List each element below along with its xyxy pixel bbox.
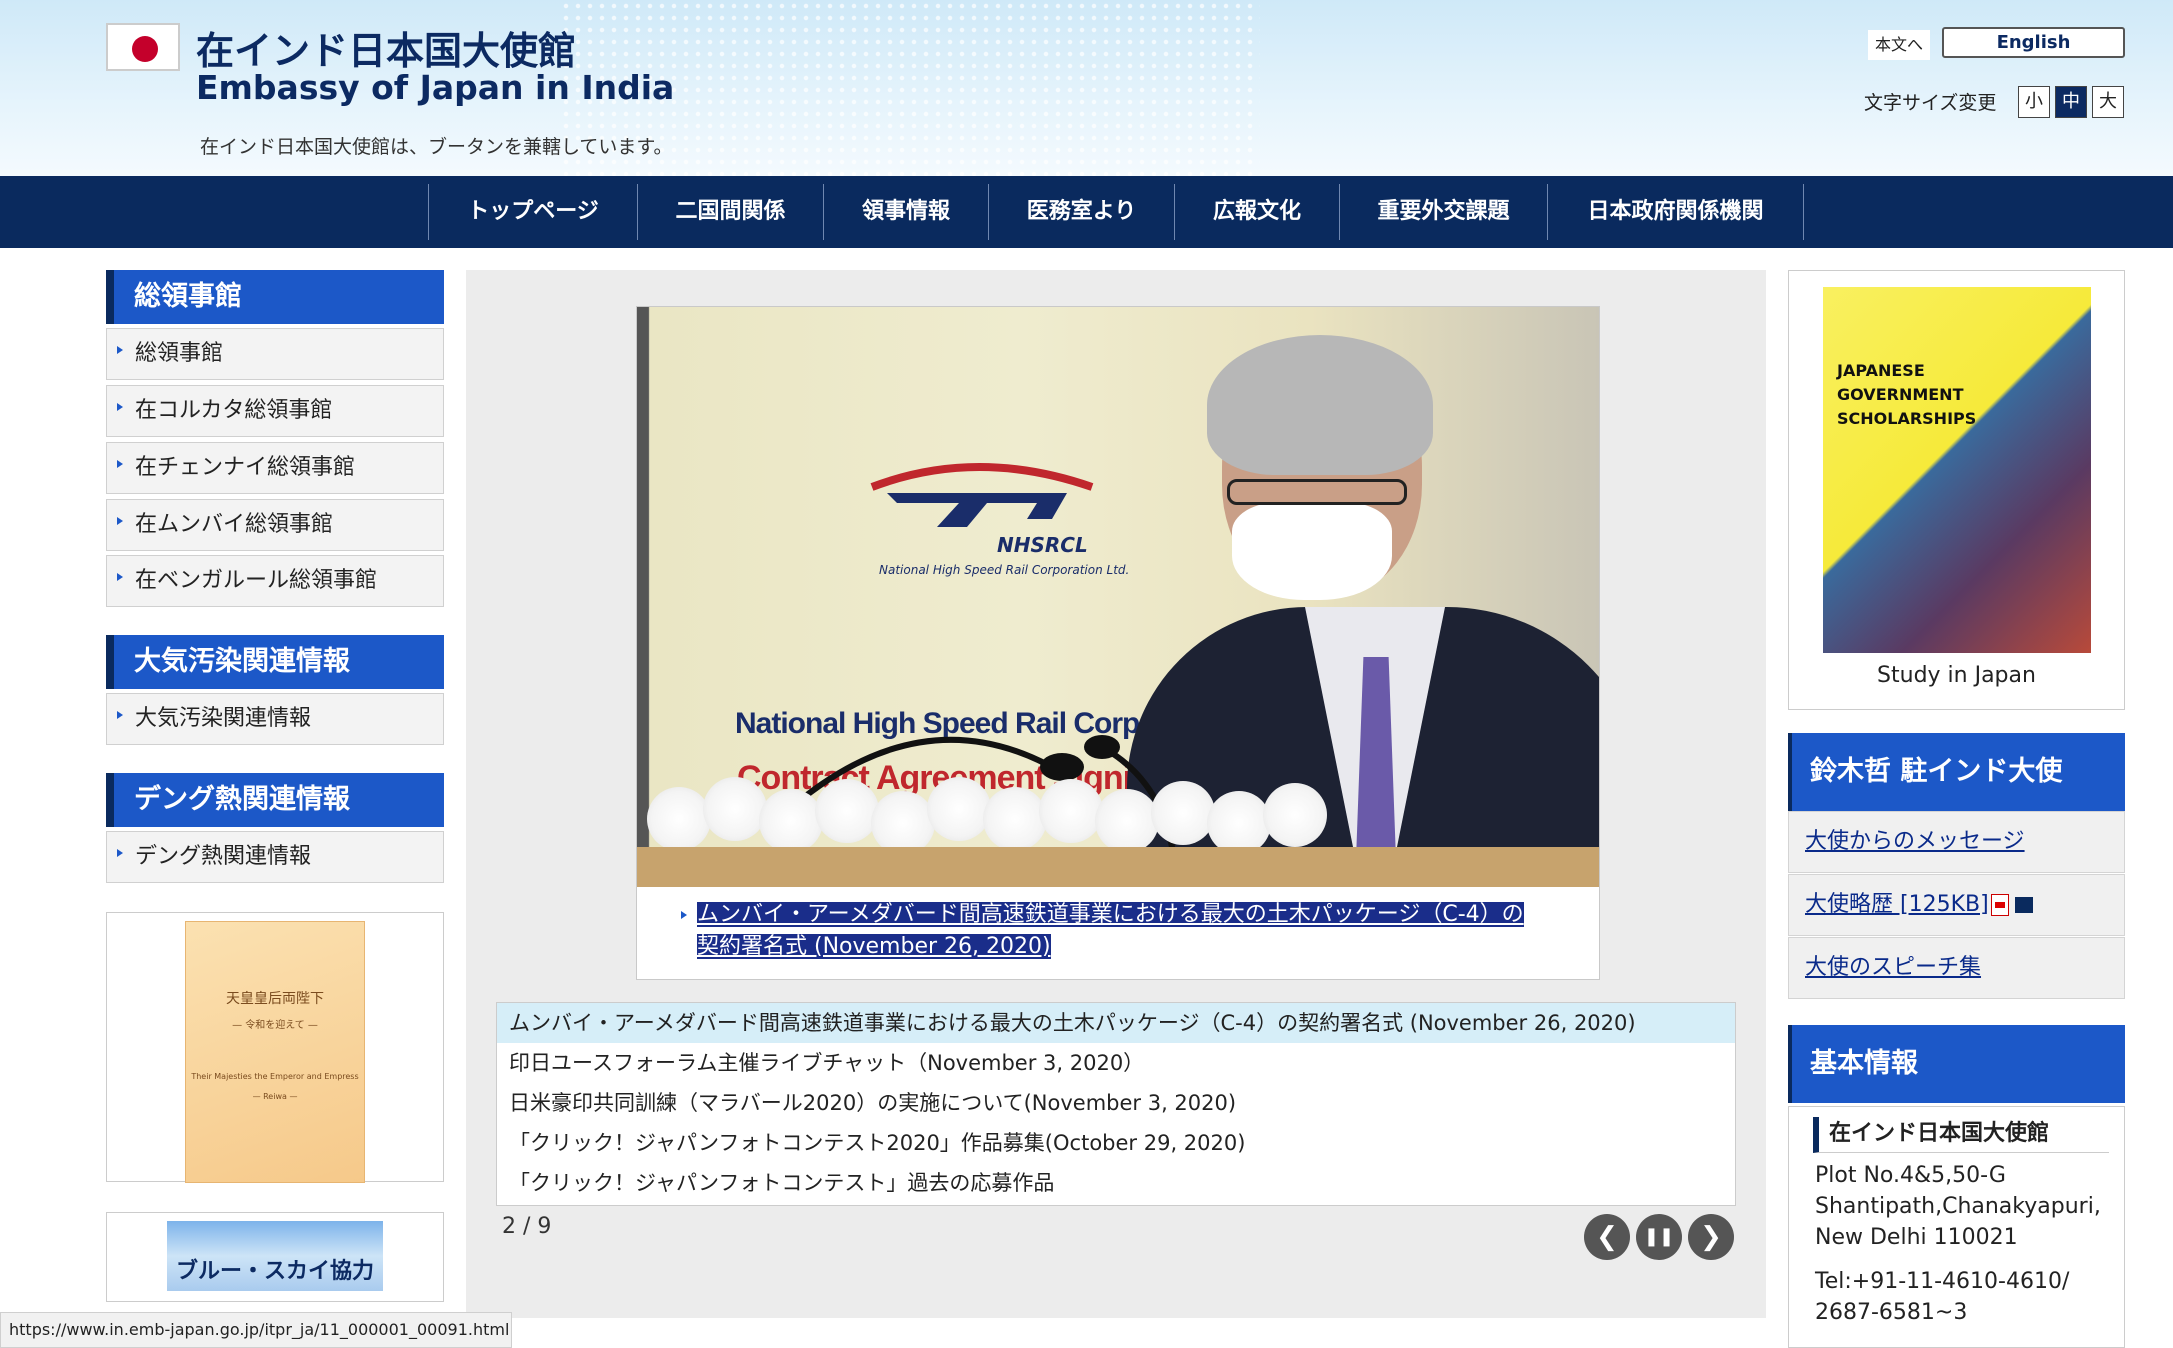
pdf-icon	[1990, 894, 2009, 916]
emperor-book-en-line2: — Reiwa —	[252, 1092, 298, 1101]
main-nav: トップページ 二国間関係 領事情報 医務室より 広報文化 重要外交課題 日本政府…	[0, 176, 2173, 248]
sidebar-item-chennai[interactable]: 在チェンナイ総領事館	[106, 442, 444, 494]
sidebar-item-consulates[interactable]: 総領事館	[106, 328, 444, 380]
news-item[interactable]: 「クリック！ジャパンフォトコンテスト」過去の応募作品	[497, 1163, 1735, 1203]
poster-line3: SCHOLARSHIPS	[1837, 409, 1977, 428]
sidebar-item-mumbai[interactable]: 在ムンバイ総領事館	[106, 499, 444, 551]
ambassador-heading: 鈴木哲 駐インド大使	[1788, 733, 2125, 811]
nhsrcl-logo-subtext: National High Speed Rail Corporation Ltd…	[879, 563, 1130, 577]
sidebar-item-dengue[interactable]: デング熱関連情報	[106, 831, 444, 883]
poster-line2: GOVERNMENT	[1837, 385, 1964, 404]
address-line: Shantipath,Chanakyapuri,	[1815, 1194, 2101, 1219]
skip-to-content-link[interactable]: 本文へ	[1868, 30, 1930, 60]
site-header: 在インド日本国大使館 Embassy of Japan in India 在イン…	[0, 0, 2173, 176]
site-note: 在インド日本国大使館は、ブータンを兼轄しています。	[200, 136, 673, 158]
slide-caption-link[interactable]: ムンバイ・アーメダバード間高速鉄道事業における最大の土木パッケージ（C-4）の契…	[697, 899, 1537, 963]
nav-item-gov-agencies[interactable]: 日本政府関係機関	[1548, 184, 1804, 240]
ambassador-message-link[interactable]: 大使からのメッセージ	[1788, 811, 2125, 873]
address-line: Plot No.4&5,50-G	[1815, 1163, 2006, 1188]
speaker-mask	[1232, 502, 1392, 600]
nav-item-top[interactable]: トップページ	[428, 184, 638, 240]
speaker-hair	[1207, 335, 1433, 475]
next-arrow-icon[interactable]: ❯	[1688, 1214, 1734, 1260]
ambassador-profile-link[interactable]: 大使略歴 [125KB]	[1788, 874, 2125, 936]
fontsize-medium-button[interactable]: 中	[2055, 86, 2087, 118]
pause-icon[interactable]: ❚❚	[1636, 1214, 1682, 1260]
basic-info-heading: 基本情報	[1788, 1025, 2125, 1103]
bluesky-image: ブルー・スカイ協力	[167, 1221, 383, 1291]
sidebar-item-air-pollution[interactable]: 大気汚染関連情報	[106, 693, 444, 745]
sidebar-item-kolkata[interactable]: 在コルカタ総領事館	[106, 385, 444, 437]
address-line: New Delhi 110021	[1815, 1225, 2018, 1250]
emperor-book-title: 天皇皇后両陛下	[226, 991, 324, 1007]
speaker-glasses	[1227, 479, 1407, 505]
bluesky-banner[interactable]: ブルー・スカイ協力	[106, 1212, 444, 1302]
nav-item-bilateral[interactable]: 二国間関係	[638, 184, 824, 240]
study-in-japan-banner[interactable]: JAPANESE GOVERNMENT SCHOLARSHIPS Study i…	[1788, 270, 2125, 710]
nhsrcl-logo-icon	[870, 463, 1094, 527]
nhsrcl-logo-text: NHSRCL	[997, 533, 1088, 557]
japan-flag-icon	[106, 23, 180, 71]
nav-item-consular[interactable]: 領事情報	[824, 184, 989, 240]
emperor-book-image: 天皇皇后両陛下 — 令和を迎えて — Their Majesties the E…	[185, 921, 365, 1183]
slide-photo[interactable]: NHSRCL National High Speed Rail Corporat…	[637, 307, 1599, 887]
prev-arrow-icon[interactable]: ❮	[1584, 1214, 1630, 1260]
emperor-book-en-line1: Their Majesties the Emperor and Empress	[191, 1072, 359, 1081]
fontsize-label: 文字サイズ変更	[1864, 92, 1997, 114]
slide-frame: NHSRCL National High Speed Rail Corporat…	[636, 306, 1600, 980]
english-button[interactable]: English	[1942, 27, 2125, 58]
news-item[interactable]: 印日ユースフォーラム主催ライブチャット（November 3, 2020）	[497, 1043, 1735, 1083]
site-title-ja[interactable]: 在インド日本国大使館	[196, 20, 576, 75]
poster-line1: JAPANESE	[1837, 361, 1925, 380]
bluesky-label: ブルー・スカイ協力	[175, 1259, 374, 1284]
news-item[interactable]: 「クリック！ジャパンフォトコンテスト2020」作品募集(October 29, …	[497, 1123, 1735, 1163]
air-pollution-heading: 大気汚染関連情報	[106, 635, 444, 689]
news-item[interactable]: 日米豪印共同訓練（マラバール2020）の実施について(November 3, 2…	[497, 1083, 1735, 1123]
tel-line: Tel:+91-11-4610-4610/	[1815, 1269, 2070, 1294]
browser-status-bar: https://www.in.emb-japan.go.jp/itpr_ja/1…	[0, 1312, 512, 1348]
slideshow-panel: NHSRCL National High Speed Rail Corporat…	[466, 270, 1766, 1318]
flower-arrangement	[647, 777, 1347, 857]
sidebar-item-bengaluru[interactable]: 在ベンガルール総領事館	[106, 555, 444, 607]
fontsize-large-button[interactable]: 大	[2092, 86, 2124, 118]
nav-item-diplomacy[interactable]: 重要外交課題	[1340, 184, 1548, 240]
study-in-japan-caption: Study in Japan	[1877, 663, 2036, 688]
basic-info-box: 在インド日本国大使館 Plot No.4&5,50-G Shantipath,C…	[1788, 1106, 2125, 1348]
new-window-icon	[2014, 897, 2033, 913]
consulates-heading: 総領事館	[106, 270, 444, 324]
news-item[interactable]: ムンバイ・アーメダバード間高速鉄道事業における最大の土木パッケージ（C-4）の契…	[497, 1003, 1735, 1043]
nav-item-medical[interactable]: 医務室より	[989, 184, 1175, 240]
news-list: ムンバイ・アーメダバード間高速鉄道事業における最大の土木パッケージ（C-4）の契…	[496, 1002, 1736, 1206]
emperor-banner[interactable]: 天皇皇后両陛下 — 令和を迎えて — Their Majesties the E…	[106, 912, 444, 1183]
podium	[637, 847, 1599, 887]
slide-caption: ムンバイ・アーメダバード間高速鉄道事業における最大の土木パッケージ（C-4）の契…	[637, 887, 1599, 979]
caption-bullet-icon	[681, 911, 687, 919]
site-title-en[interactable]: Embassy of Japan in India	[196, 68, 674, 107]
fontsize-small-button[interactable]: 小	[2018, 86, 2050, 118]
ambassador-speeches-link[interactable]: 大使のスピーチ集	[1788, 937, 2125, 999]
dengue-heading: デング熱関連情報	[106, 773, 444, 827]
nav-item-culture[interactable]: 広報文化	[1175, 184, 1340, 240]
emperor-book-subtitle: — 令和を迎えて —	[232, 1020, 318, 1031]
scholarship-poster-image: JAPANESE GOVERNMENT SCHOLARSHIPS	[1823, 287, 2091, 653]
tel-line: 2687-6581~3	[1815, 1300, 1968, 1325]
basic-info-title: 在インド日本国大使館	[1813, 1117, 2109, 1153]
slide-counter: 2 / 9	[502, 1214, 552, 1239]
